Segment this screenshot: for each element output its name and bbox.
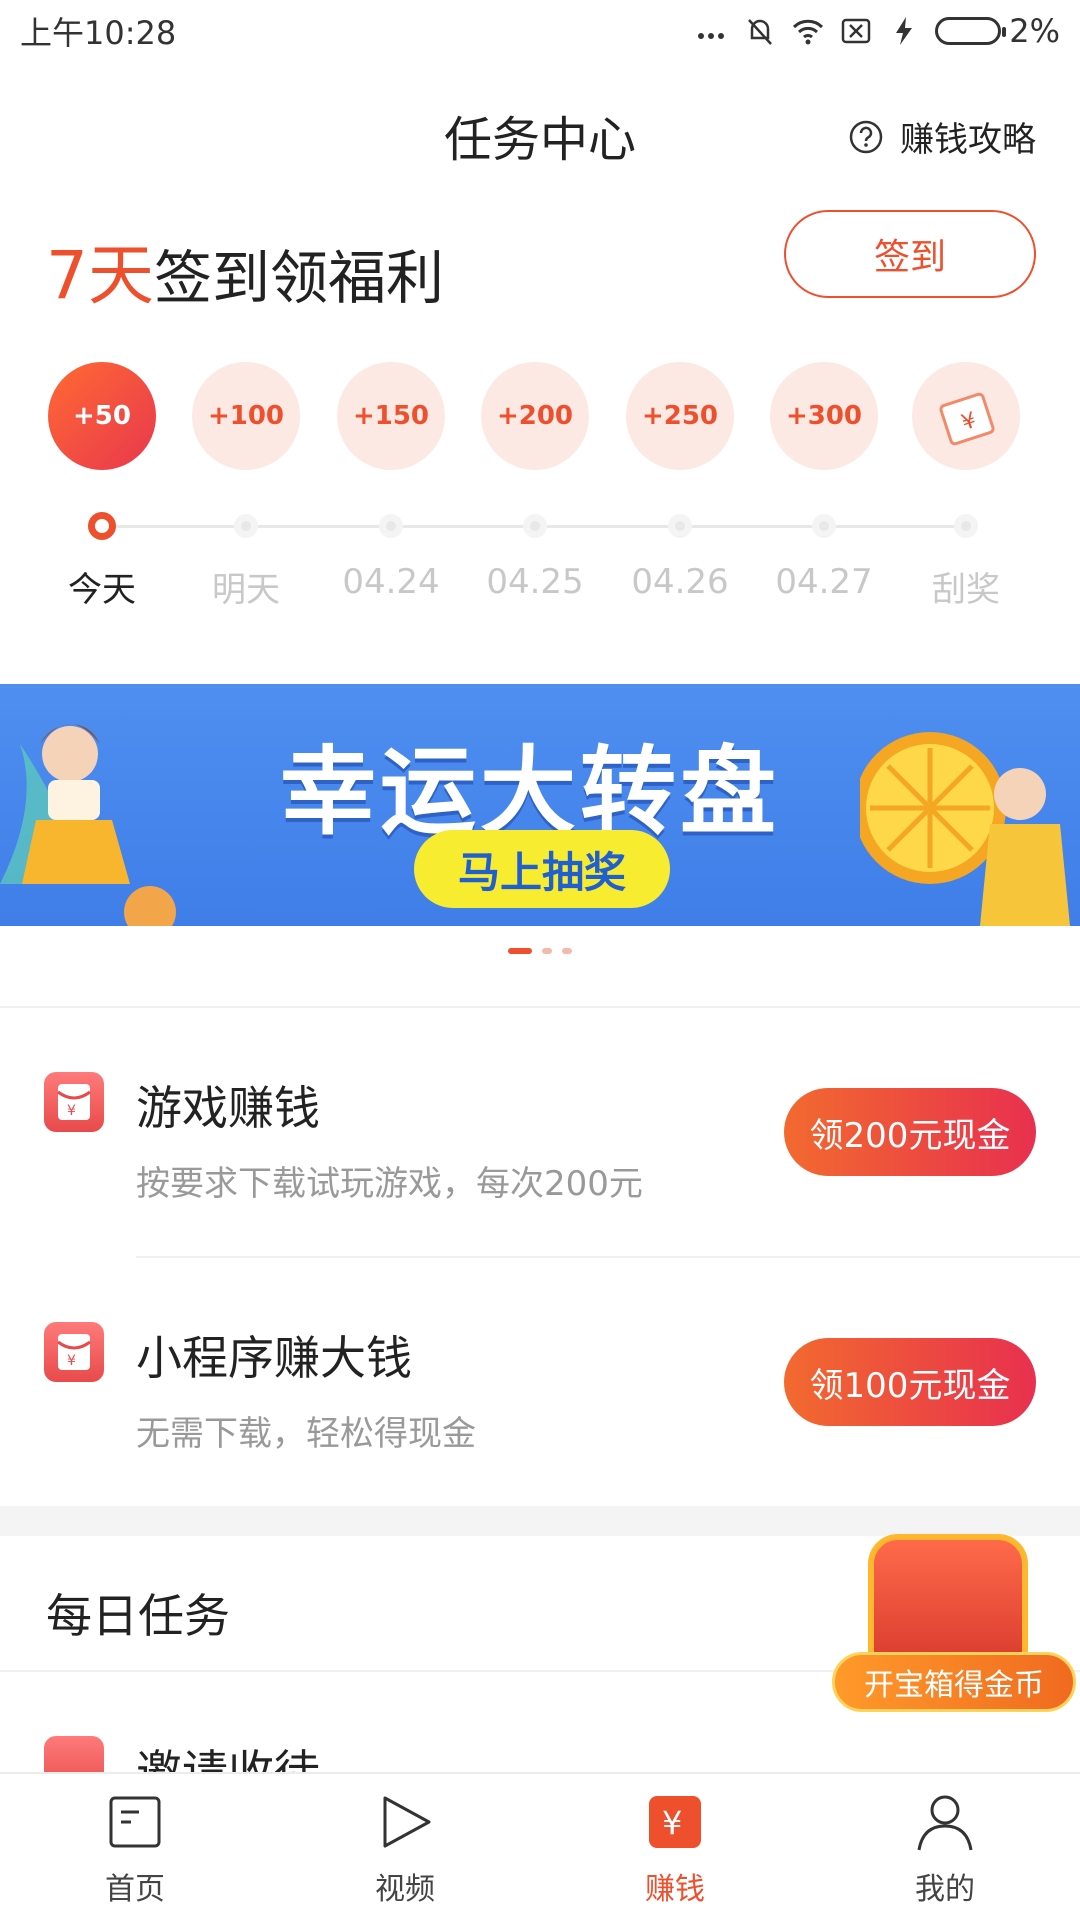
signin-button[interactable]: 签到 [784, 210, 1036, 298]
claim-100-cash-button[interactable]: 领100元现金 [784, 1338, 1036, 1426]
task-title: 游戏赚钱 [136, 1081, 320, 1135]
bell-off-icon [748, 19, 773, 45]
earning-guide-label: 赚钱攻略 [900, 120, 1036, 160]
signin-days: +50 +100 +150 +200 +250 +300 ¥ 今天 明天 04.… [0, 362, 1080, 612]
task-title: 邀请收徒 [136, 1745, 320, 1772]
battery-icon [935, 17, 1007, 45]
reward-coin: +200 [481, 362, 589, 470]
invite-users-icon [44, 1736, 104, 1772]
signin-day[interactable]: +250 [625, 362, 735, 470]
signin-heading-highlight: 7天 [46, 237, 154, 314]
task-title: 小程序赚大钱 [136, 1331, 412, 1385]
play-icon [375, 1792, 435, 1852]
reward-coin: +50 [48, 362, 156, 470]
banner-dot [562, 948, 572, 954]
banner-dot-active [508, 948, 532, 954]
svg-text:¥: ¥ [67, 1103, 76, 1119]
task-mini-program: ¥ 小程序赚大钱 无需下载，轻松得现金 领100元现金 [0, 1322, 1080, 1522]
task-subtitle: 无需下载，轻松得现金 [136, 1414, 476, 1454]
earning-guide-link[interactable]: 赚钱攻略 [848, 112, 1036, 161]
wifi-icon [793, 19, 824, 45]
timeline-dot [523, 514, 547, 538]
day-label: 04.25 [486, 562, 584, 602]
day-label: 今天 [68, 570, 136, 610]
timeline-dot [812, 514, 836, 538]
daily-tasks-heading: 每日任务 [46, 1589, 230, 1643]
nav-label: 视频 [375, 1872, 435, 1907]
signin-day[interactable]: +300 [769, 362, 879, 470]
timeline-dot [668, 514, 692, 538]
girl-illustration-left [0, 724, 176, 926]
coin-wheel-illustration [860, 732, 1070, 926]
banner-pagination [0, 948, 1080, 954]
reward-coin: +100 [192, 362, 300, 470]
red-envelope-icon: ¥ [44, 1322, 104, 1382]
draw-now-button[interactable]: 马上抽奖 [414, 830, 670, 908]
timeline-dot [379, 514, 403, 538]
svg-text:¥: ¥ [662, 1804, 682, 1842]
more-dots-icon [698, 33, 725, 39]
user-icon [915, 1792, 975, 1852]
charging-icon [896, 17, 913, 45]
scratch-card-icon: ¥ [912, 362, 1020, 470]
red-envelope-icon: ¥ [44, 1072, 104, 1132]
day-label: 刮奖 [932, 570, 1000, 610]
timeline-dot [954, 514, 978, 538]
day-label: 04.24 [342, 562, 440, 602]
day-label: 明天 [212, 570, 280, 610]
reward-coin: +150 [337, 362, 445, 470]
signin-day[interactable]: ¥ [911, 362, 1021, 470]
status-icons: 2% [695, 12, 1060, 50]
nav-home[interactable]: 首页 [0, 1774, 270, 1920]
battery-indicator: 2% [935, 12, 1060, 50]
chest-label: 开宝箱得金币 [832, 1652, 1076, 1712]
nav-label: 我的 [915, 1872, 975, 1907]
nav-label: 赚钱 [645, 1872, 705, 1907]
page-header: 任务中心 赚钱攻略 [0, 62, 1080, 202]
timeline-dot-active [88, 512, 116, 540]
task-game-earn: ¥ 游戏赚钱 按要求下载试玩游戏，每次200元 领200元现金 [0, 1072, 1080, 1272]
status-bar: 上午10:28 2% [0, 0, 1080, 62]
reward-coin: +300 [770, 362, 878, 470]
task-invite[interactable]: 邀请收徒 [0, 1736, 1080, 1772]
signin-day[interactable]: +50 [47, 362, 157, 470]
nav-video[interactable]: 视频 [270, 1774, 540, 1920]
treasure-chest-button[interactable]: 开宝箱得金币 [812, 1528, 1080, 1728]
task-subtitle: 按要求下载试玩游戏，每次200元 [136, 1164, 643, 1204]
claim-200-cash-button[interactable]: 领200元现金 [784, 1088, 1036, 1176]
lucky-wheel-banner[interactable]: 幸运大转盘 马上抽奖 [0, 684, 1080, 926]
sim-off-icon [841, 18, 871, 44]
signin-day[interactable]: +200 [480, 362, 590, 470]
task-divider [136, 1256, 1080, 1258]
status-time: 上午10:28 [20, 14, 177, 52]
yuan-icon: ¥ [645, 1792, 705, 1852]
nav-me[interactable]: 我的 [810, 1774, 1080, 1920]
day-label: 04.27 [775, 562, 873, 602]
home-icon [105, 1792, 165, 1852]
day-label: 04.26 [631, 562, 729, 602]
reward-coin: +250 [626, 362, 734, 470]
battery-percent: 2% [1009, 12, 1060, 50]
timeline-dot [234, 514, 258, 538]
question-circle-icon [849, 120, 883, 153]
nav-earn[interactable]: ¥ 赚钱 [540, 1774, 810, 1920]
signin-heading: 7天签到领福利 [46, 222, 444, 318]
nav-label: 首页 [105, 1872, 165, 1907]
signin-day[interactable]: +150 [336, 362, 446, 470]
signin-day[interactable]: +100 [191, 362, 301, 470]
banner-dot [542, 948, 552, 954]
svg-text:¥: ¥ [67, 1353, 76, 1369]
section-divider [0, 1006, 1080, 1008]
bottom-nav: 首页 视频 ¥ 赚钱 我的 [0, 1772, 1080, 1920]
signin-heading-text: 签到领福利 [154, 244, 445, 312]
